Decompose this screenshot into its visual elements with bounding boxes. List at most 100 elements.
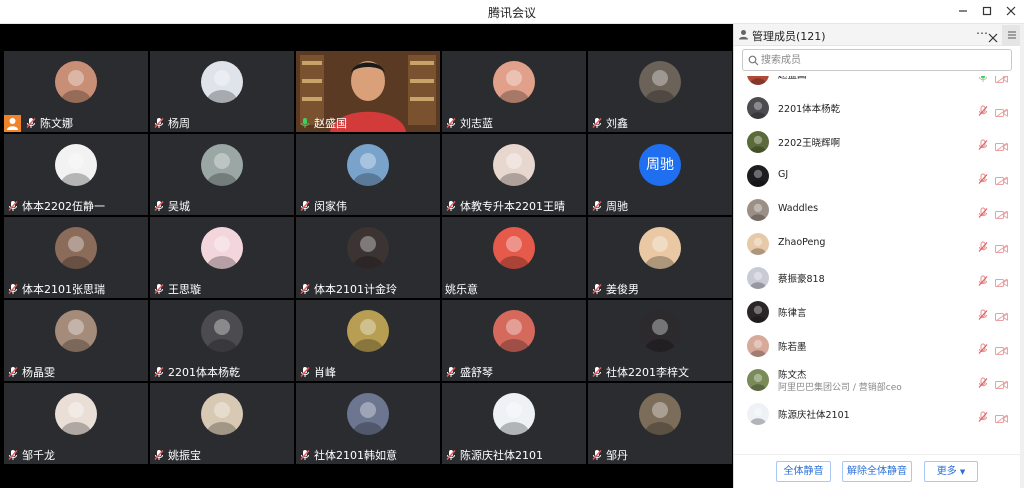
- avatar: [347, 227, 389, 269]
- participant-name-bar: 赵盛国: [299, 115, 347, 131]
- minimize-icon[interactable]: [952, 2, 974, 22]
- mic-muted-icon[interactable]: [977, 408, 989, 422]
- participant-tile[interactable]: 姜俊男: [588, 217, 732, 298]
- participant-name-bar: 闵家伟: [299, 198, 347, 214]
- participant-name-bar: 体本2202伍静一: [7, 198, 105, 214]
- mic-muted-icon: [153, 449, 165, 461]
- participant-tile[interactable]: 盛舒琴: [442, 300, 586, 381]
- mic-muted-icon: [7, 366, 19, 378]
- participant-tile[interactable]: 赵盛国: [296, 51, 440, 132]
- member-row[interactable]: 陈若墨: [734, 329, 1024, 363]
- panel-menu-icon[interactable]: [1002, 25, 1022, 45]
- ellipsis-icon[interactable]: ⋯: [976, 26, 988, 40]
- member-row[interactable]: Waddles: [734, 193, 1024, 227]
- mic-muted-icon: [299, 366, 311, 378]
- avatar: [201, 393, 243, 435]
- member-row[interactable]: 蔡振豪818: [734, 261, 1024, 295]
- mic-muted-icon[interactable]: [977, 374, 989, 388]
- participant-name: 姚振宝: [168, 449, 201, 462]
- mic-active-icon[interactable]: [977, 76, 989, 82]
- participant-name: 姜俊男: [606, 283, 639, 296]
- participant-tile[interactable]: 体本2202伍静一: [4, 134, 148, 215]
- participant-tile[interactable]: 杨周: [150, 51, 294, 132]
- participant-tile[interactable]: 陈文娜: [4, 51, 148, 132]
- mic-muted-icon[interactable]: [977, 340, 989, 354]
- participant-tile[interactable]: 体本2101张思瑞: [4, 217, 148, 298]
- camera-off-icon[interactable]: [995, 171, 1008, 186]
- participant-tile[interactable]: 陈源庆社体2101: [442, 383, 586, 464]
- mic-muted-icon: [591, 200, 603, 212]
- member-row[interactable]: ZhaoPeng: [734, 227, 1024, 261]
- member-name: 2201体本杨乾: [778, 104, 841, 115]
- participant-tile[interactable]: 刘鑫: [588, 51, 732, 132]
- member-row[interactable]: 2201体本杨乾: [734, 91, 1024, 125]
- member-name: Waddles: [778, 203, 819, 214]
- camera-off-icon[interactable]: [995, 307, 1008, 322]
- mic-muted-icon[interactable]: [977, 136, 989, 150]
- camera-off-icon[interactable]: [995, 273, 1008, 288]
- camera-off-icon[interactable]: [995, 239, 1008, 254]
- participant-tile[interactable]: 邹千龙: [4, 383, 148, 464]
- participant-tile[interactable]: 体教专升本2201王晴: [442, 134, 586, 215]
- member-row[interactable]: GJ: [734, 159, 1024, 193]
- mic-muted-icon: [591, 449, 603, 461]
- participant-tile[interactable]: 社体2201李梓文: [588, 300, 732, 381]
- mute-all-button[interactable]: 全体静音: [776, 461, 831, 482]
- mic-muted-icon[interactable]: [977, 306, 989, 320]
- search-member-box[interactable]: [742, 49, 1012, 71]
- search-input[interactable]: [761, 52, 1001, 68]
- participant-name: 刘志蓝: [460, 117, 493, 130]
- participant-tile[interactable]: 吴城: [150, 134, 294, 215]
- camera-off-icon[interactable]: [995, 137, 1008, 152]
- participant-tile[interactable]: 邹丹: [588, 383, 732, 464]
- participant-tile[interactable]: 姚振宝: [150, 383, 294, 464]
- member-row[interactable]: 2202王晓辉啊: [734, 125, 1024, 159]
- participant-tile[interactable]: 社体2101韩如意: [296, 383, 440, 464]
- avatar: [55, 393, 97, 435]
- window-edge: [1020, 24, 1024, 488]
- participant-tile[interactable]: 体本2101计金玲: [296, 217, 440, 298]
- participant-tile[interactable]: 周驰 周驰: [588, 134, 732, 215]
- member-panel-header: 管理成员(121) ⋯: [734, 24, 1024, 46]
- avatar: [747, 131, 769, 153]
- participant-tile[interactable]: 杨晶雯: [4, 300, 148, 381]
- avatar: [747, 233, 769, 255]
- participant-tile[interactable]: 刘志蓝: [442, 51, 586, 132]
- avatar: [347, 393, 389, 435]
- participant-name-bar: 杨周: [153, 115, 190, 131]
- participant-tile[interactable]: 肖峰: [296, 300, 440, 381]
- unmute-all-button[interactable]: 解除全体静音: [842, 461, 912, 482]
- window-title: 腾讯会议: [487, 6, 536, 20]
- participant-tile[interactable]: 闵家伟: [296, 134, 440, 215]
- close-panel-icon[interactable]: [988, 28, 1000, 43]
- avatar: [747, 335, 769, 357]
- participant-tile[interactable]: 2201体本杨乾: [150, 300, 294, 381]
- member-name: 陈若墨: [778, 342, 807, 353]
- mic-muted-icon[interactable]: [977, 238, 989, 252]
- mic-muted-icon: [153, 117, 165, 129]
- camera-off-icon[interactable]: [995, 205, 1008, 220]
- mic-muted-icon[interactable]: [977, 102, 989, 116]
- participant-name: 体本2202伍静一: [22, 200, 105, 213]
- member-row[interactable]: 陈文杰 阿里巴巴集团公司 / 营销部ceo: [734, 363, 1024, 397]
- host-icon: [4, 114, 21, 132]
- mic-muted-icon[interactable]: [977, 170, 989, 184]
- mic-muted-icon: [299, 200, 311, 212]
- mic-muted-icon[interactable]: [977, 204, 989, 218]
- camera-off-icon[interactable]: [995, 409, 1008, 424]
- camera-off-icon[interactable]: [995, 76, 1008, 84]
- camera-off-icon[interactable]: [995, 103, 1008, 118]
- camera-off-icon[interactable]: [995, 375, 1008, 390]
- avatar: [493, 227, 535, 269]
- member-row[interactable]: 陈源庆社体2101: [734, 397, 1024, 431]
- close-icon[interactable]: [1000, 2, 1022, 22]
- participant-tile[interactable]: 王思璇: [150, 217, 294, 298]
- member-row[interactable]: 赵盛国: [734, 76, 1024, 91]
- member-row[interactable]: 陈律言: [734, 295, 1024, 329]
- more-button[interactable]: 更多 ▼: [924, 461, 978, 482]
- mic-muted-icon[interactable]: [977, 272, 989, 286]
- camera-off-icon[interactable]: [995, 341, 1008, 356]
- avatar: [201, 61, 243, 103]
- participant-tile[interactable]: 姚乐意: [442, 217, 586, 298]
- maximize-icon[interactable]: [976, 2, 998, 22]
